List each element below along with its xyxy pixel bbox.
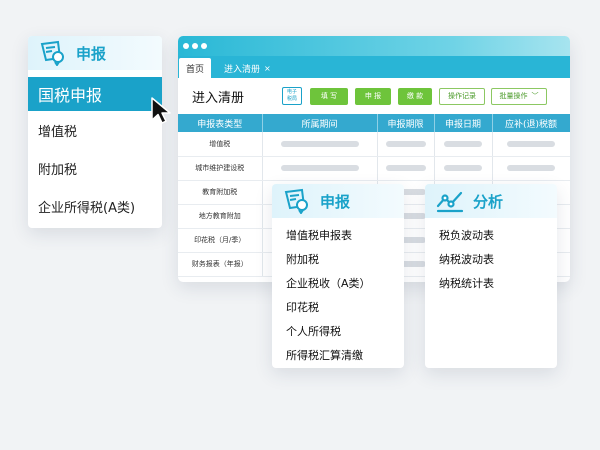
column-header: 申报日期: [434, 114, 493, 132]
placeholder-cell: [377, 132, 435, 157]
window-dot-icon[interactable]: [192, 43, 198, 49]
analysis-item-tax-fluctuation[interactable]: 纳税波动表: [439, 247, 557, 271]
window-titlebar: [178, 36, 570, 56]
row-type-cell: 财务报表（年报）: [178, 252, 263, 277]
placeholder-bar: [280, 140, 359, 147]
e-tax-bureau-icon[interactable]: 电子 税局: [282, 87, 303, 105]
table-row[interactable]: 城市维护建设税: [178, 156, 570, 181]
tab-home[interactable]: 首页: [179, 58, 212, 78]
placeholder-bar: [385, 165, 426, 171]
placeholder-bar: [507, 140, 555, 147]
menu-item-corporate-income-tax[interactable]: 企业所得税(A类): [28, 187, 162, 225]
filing-item-vat-return[interactable]: 增值税申报表: [286, 223, 404, 247]
filing-item-corporate-tax[interactable]: 企业税收（A类）: [286, 271, 404, 295]
filing-item-surcharge[interactable]: 附加税: [286, 247, 404, 271]
tab-bar: 首页 进入清册 ×: [178, 56, 570, 78]
document-seal-icon: [282, 188, 312, 215]
analysis-card: 分析 税负波动表 纳税波动表 纳税统计表: [425, 184, 557, 368]
filing-card-title: 申报: [320, 192, 351, 211]
placeholder-cell: [377, 156, 435, 181]
trend-chart-icon: [435, 188, 465, 214]
placeholder-bar: [444, 140, 482, 147]
placeholder-cell: [492, 156, 570, 181]
row-type-cell: 城市维护建设税: [178, 156, 263, 181]
left-menu-title: 申报: [76, 44, 107, 63]
batch-operation-button[interactable]: 批量操作 ﹀: [491, 87, 548, 105]
left-menu-card: 申报 国税申报 增值税 附加税 企业所得税(A类): [28, 36, 162, 228]
filing-card-header: 申报: [272, 184, 404, 218]
menu-item-national-tax[interactable]: 国税申报: [28, 77, 162, 111]
window-dot-icon[interactable]: [183, 43, 189, 49]
column-header: 所属期间: [262, 114, 378, 132]
left-menu-header: 申报: [28, 36, 162, 70]
tab-label: 进入清册: [224, 64, 261, 75]
filing-card: 申报 增值税申报表 附加税 企业税收（A类） 印花税 个人所得税 所得税汇算清缴: [272, 184, 404, 368]
analysis-item-tax-burden[interactable]: 税负波动表: [439, 223, 557, 247]
placeholder-bar: [280, 165, 359, 171]
document-seal-icon: [38, 40, 68, 67]
menu-item-vat[interactable]: 增值税: [28, 111, 162, 149]
mouse-cursor-icon: [151, 97, 171, 124]
row-type-cell: 教育附加税: [178, 180, 263, 205]
filing-item-personal-income-tax[interactable]: 个人所得税: [286, 319, 404, 343]
column-header: 申报表类型: [178, 114, 263, 132]
menu-item-surcharge[interactable]: 附加税: [28, 149, 162, 187]
analysis-item-tax-statistics[interactable]: 纳税统计表: [439, 271, 557, 295]
column-header: 申报期限: [377, 114, 435, 132]
table-header-row: 申报表类型 所属期间 申报期限 申报日期 应补(退)税额: [178, 114, 570, 132]
row-type-cell: 地方教育附加: [178, 204, 263, 229]
placeholder-bar: [444, 165, 482, 171]
placeholder-cell: [262, 132, 378, 157]
placeholder-cell: [492, 132, 570, 157]
filing-item-stamp-tax[interactable]: 印花税: [286, 295, 404, 319]
fill-button[interactable]: 填 写: [310, 87, 349, 105]
pay-button[interactable]: 缴 款: [398, 87, 433, 105]
operation-log-button[interactable]: 操作记录: [439, 87, 486, 105]
analysis-card-header: 分析: [425, 184, 557, 218]
row-type-cell: 印花税（月/季）: [178, 228, 263, 253]
row-type-cell: 增值税: [178, 132, 263, 157]
placeholder-cell: [434, 132, 493, 157]
column-header: 应补(退)税额: [492, 114, 570, 132]
table-row[interactable]: 增值税: [178, 132, 570, 157]
chevron-down-icon: ﹀: [531, 92, 539, 100]
window-dot-icon[interactable]: [201, 43, 207, 49]
placeholder-cell: [262, 156, 378, 181]
tab-enter-register[interactable]: 进入清册 ×: [217, 58, 278, 78]
analysis-card-title: 分析: [473, 192, 504, 211]
placeholder-cell: [434, 156, 493, 181]
declare-button[interactable]: 申 报: [355, 87, 392, 105]
toolbar: 进入清册 电子 税局 填 写 申 报 缴 款 操作记录 批量操作 ﹀: [178, 78, 570, 114]
placeholder-bar: [385, 140, 426, 147]
page-title: 进入清册: [192, 90, 245, 106]
close-icon[interactable]: ×: [264, 64, 271, 73]
placeholder-bar: [507, 165, 555, 171]
filing-item-income-tax-settlement[interactable]: 所得税汇算清缴: [286, 343, 404, 367]
